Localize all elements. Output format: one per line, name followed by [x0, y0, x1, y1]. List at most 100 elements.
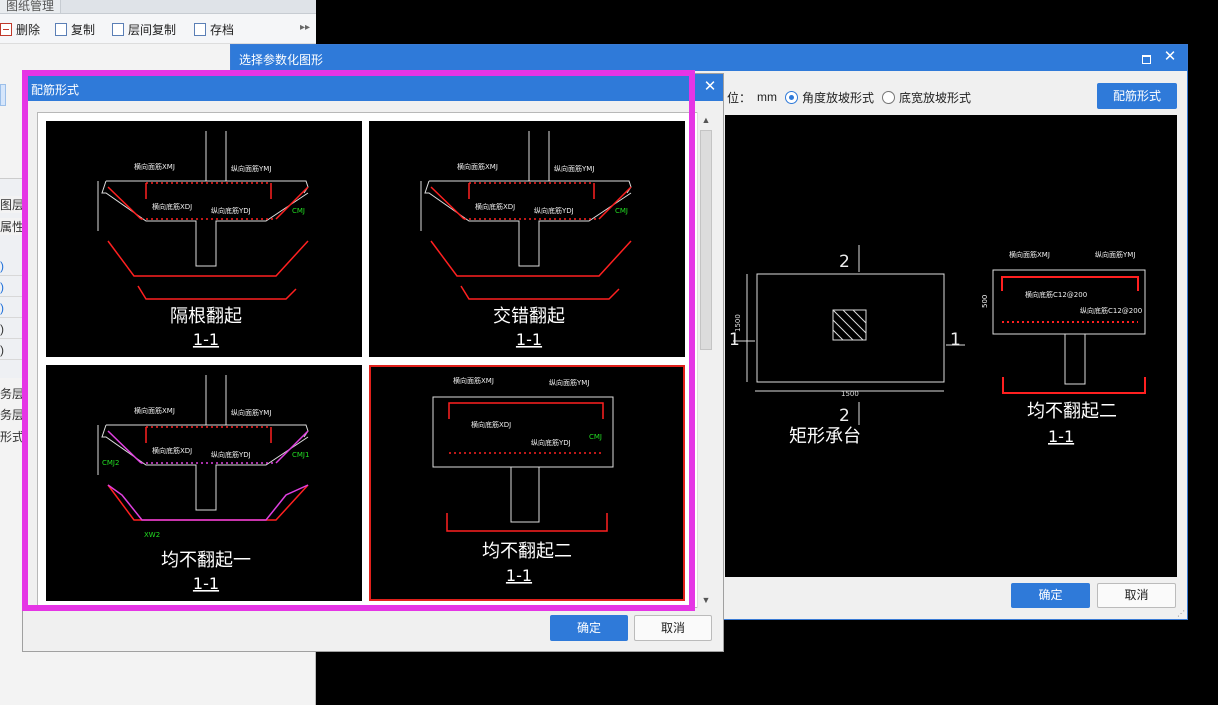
tile-sub-caption: 1-1: [193, 574, 219, 593]
tile-caption: 交错翻起: [493, 306, 565, 327]
tile-top-y-label: 纵向面筋YMJ: [554, 164, 594, 173]
rebar-form-option-2[interactable]: 横向面筋XMJ 纵向面筋YMJ 横向底筋XDJ 纵向底筋YDJ CMJ 交错翻起 1-1: [369, 121, 685, 357]
tile-caption: 隔根翻起: [170, 306, 242, 327]
tile-bot-x-label: 横向底筋XDJ: [152, 202, 192, 211]
tile-side-label: CMJ: [589, 433, 602, 441]
tile-bot-x-label: 横向底筋XDJ: [152, 446, 192, 455]
floor-copy-icon: [112, 22, 124, 36]
gallery-scrollbar[interactable]: ▲ ▼: [697, 112, 713, 608]
plan-mark-bottom: 2: [839, 406, 850, 426]
tile-sub-caption: 1-1: [506, 566, 532, 585]
left-toolbar: 删除 复制 层间复制 存档 ▸▸: [0, 14, 316, 44]
tile-bot-y-label: 纵向底筋YDJ: [211, 206, 251, 215]
rebar-dialog-title-bar[interactable]: 配筋形式 ✕: [23, 74, 723, 101]
floor-copy-label: 层间复制: [128, 22, 177, 37]
rebar-form-drawing: 横向面筋XMJ 纵向面筋YMJ 横向底筋XDJ 纵向底筋YDJ CMJ1 CMJ2 XW2 均…: [97, 375, 309, 593]
tile-bot-x-label: 横向底筋XDJ: [471, 420, 511, 429]
rebar-form-option-4[interactable]: 横向面筋XMJ 纵向面筋YMJ 横向底筋XDJ 纵向底筋YDJ CMJ 均不翻起二 1-1: [369, 365, 685, 601]
unit-value: mm: [757, 90, 778, 104]
delete-label: 删除: [16, 22, 41, 37]
left-row-mark[interactable]: ): [0, 319, 24, 339]
rebar-dialog-title: 配筋形式: [31, 83, 80, 97]
left-row-mark[interactable]: ): [0, 256, 24, 276]
more-arrow-icon[interactable]: ▸▸: [300, 22, 310, 33]
left-fragment-0: 图层: [0, 196, 25, 213]
plan-mark-top: 2: [839, 252, 850, 272]
rebar-ok-button[interactable]: 确定: [550, 615, 628, 641]
left-row-mark[interactable]: ): [0, 298, 24, 318]
tile-bottom-mark: XW2: [144, 531, 160, 539]
plan-mark-left: 1: [729, 330, 740, 350]
plan-caption: 矩形承台: [789, 426, 861, 447]
unit-label: 位：: [727, 90, 752, 105]
tile-top-x-label: 横向面筋XMJ: [457, 162, 498, 171]
rebar-form-dialog: 配筋形式 ✕ 横向面筋XMJ 纵向面筋YMJ 横向底筋XDJ 纵向底筋YDJ CMJ 隔根…: [22, 73, 724, 652]
left-fragment-4: 形式: [0, 428, 25, 445]
left-row-mark[interactable]: ): [0, 277, 24, 297]
copy-button[interactable]: 复制: [55, 20, 95, 38]
scroll-up-icon[interactable]: ▲: [698, 112, 714, 128]
left-fragment-2: 务层: [0, 385, 25, 402]
plan-column-hatch: [832, 309, 867, 341]
plan-mark-right: 1: [950, 330, 961, 350]
delete-icon: [0, 22, 12, 36]
save-button[interactable]: 存档: [194, 20, 234, 38]
rebar-form-gallery: 横向面筋XMJ 纵向面筋YMJ 横向底筋XDJ 纵向底筋YDJ CMJ 隔根翻起 1-1 横向…: [37, 112, 712, 608]
copy-icon: [55, 22, 67, 36]
section-sub-caption: 1-1: [1048, 427, 1074, 446]
tile-top-x-label: 横向面筋XMJ: [134, 406, 175, 415]
rebar-form-option-3[interactable]: 横向面筋XMJ 纵向面筋YMJ 横向底筋XDJ 纵向底筋YDJ CMJ1 CMJ2 XW2 均…: [46, 365, 362, 601]
tile-bot-y-label: 纵向底筋YDJ: [531, 438, 571, 447]
save-label: 存档: [210, 22, 235, 37]
width-slope-radio[interactable]: [882, 90, 896, 104]
param-cancel-button[interactable]: 取消: [1097, 583, 1176, 608]
tile-bot-y-label: 纵向底筋YDJ: [534, 206, 574, 215]
rebar-form-drawing: 横向面筋XMJ 纵向面筋YMJ 横向底筋XDJ 纵向底筋YDJ CMJ 交错翻起 1-1: [420, 131, 632, 349]
section-column: [1064, 333, 1086, 385]
copy-label: 复制: [71, 22, 96, 37]
scroll-down-icon[interactable]: ▼: [698, 592, 714, 608]
section-top-bar: [1001, 276, 1139, 291]
angle-slope-radio[interactable]: [785, 90, 799, 104]
drawing-manager-tab[interactable]: 图纸管理: [0, 0, 62, 13]
tile-bot-x-label: 横向底筋XDJ: [475, 202, 515, 211]
tile-side2-label: CMJ2: [102, 459, 119, 467]
tile-caption: 均不翻起二: [482, 541, 572, 562]
preview-bottom-bar-label-2: 纵向底筋C12@200: [1080, 306, 1142, 315]
tile-side-label: CMJ: [292, 207, 305, 215]
plan-dim-width: 1500: [841, 390, 859, 398]
preview-drawing: 2 2 1 1 1500 1500 矩形承台 横向面筋XMJ 纵向面筋YMJ 横…: [729, 245, 1146, 447]
rebar-form-button[interactable]: 配筋形式: [1097, 83, 1177, 109]
scroll-thumb[interactable]: [700, 130, 712, 350]
angle-slope-label[interactable]: 角度放坡形式: [802, 89, 874, 106]
preview-dim-height: 500: [981, 295, 989, 308]
floor-copy-button[interactable]: 层间复制: [112, 20, 176, 38]
resize-grip-icon[interactable]: ⋰: [1177, 609, 1185, 618]
rebar-form-option-1[interactable]: 横向面筋XMJ 纵向面筋YMJ 横向底筋XDJ 纵向底筋YDJ CMJ 隔根翻起 1-1: [46, 121, 362, 357]
tile-sub-caption: 1-1: [193, 330, 219, 349]
left-selected-row[interactable]: [0, 84, 6, 106]
maximize-icon[interactable]: [1139, 51, 1153, 65]
tile-top-x-label: 横向面筋XMJ: [134, 162, 175, 171]
tile-top-x-label: 横向面筋XMJ: [453, 376, 494, 385]
tile-caption: 均不翻起一: [161, 550, 251, 571]
rebar-form-drawing: 横向面筋XMJ 纵向面筋YMJ 横向底筋XDJ 纵向底筋YDJ CMJ 隔根翻起 1-1: [97, 131, 309, 349]
param-ok-button[interactable]: 确定: [1011, 583, 1090, 608]
width-slope-label[interactable]: 底宽放坡形式: [899, 89, 971, 106]
section-outline: [992, 269, 1146, 335]
tile-sub-caption: 1-1: [516, 330, 542, 349]
dialog-title: 选择参数化图形: [239, 53, 324, 67]
tile-top-y-label: 纵向面筋YMJ: [549, 378, 589, 387]
dialog-title-bar[interactable]: 选择参数化图形 ✕: [231, 45, 1187, 71]
rebar-cancel-button[interactable]: 取消: [634, 615, 712, 641]
preview-bottom-bar-label: 横向底筋C12@200: [1025, 290, 1087, 299]
left-fragment-3: 务层: [0, 406, 25, 423]
plan-dim-height: 1500: [734, 314, 742, 332]
close-icon[interactable]: ✕: [703, 79, 717, 94]
delete-button[interactable]: 删除: [0, 20, 40, 38]
close-icon[interactable]: ✕: [1163, 49, 1177, 64]
left-row-mark[interactable]: ): [0, 340, 24, 360]
tile-top-y-label: 纵向面筋YMJ: [231, 408, 271, 417]
tile-side-label: CMJ1: [292, 451, 309, 459]
section-caption: 均不翻起二: [1027, 401, 1117, 422]
